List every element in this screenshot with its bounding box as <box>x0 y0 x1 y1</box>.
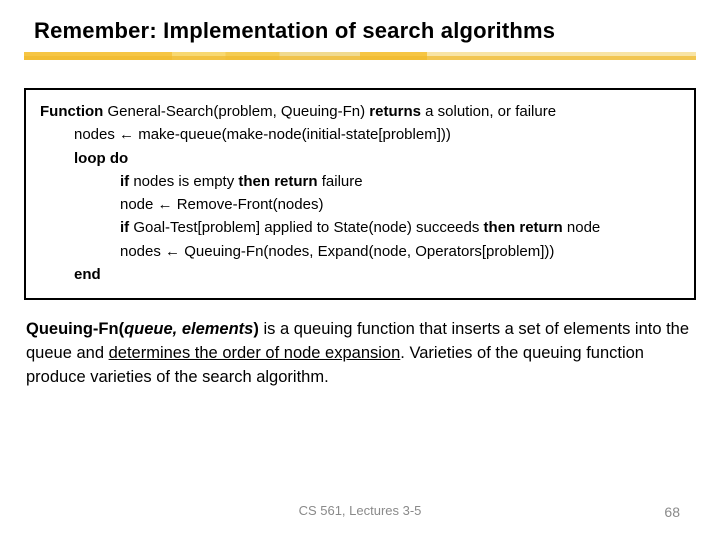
description-paragraph: Queuing-Fn(queue, elements) is a queuing… <box>26 318 694 390</box>
assign-arrow-icon: ← <box>158 196 173 213</box>
kw-if: if <box>120 219 129 236</box>
code-line-6: if Goal-Test[problem] applied to State(n… <box>40 216 680 239</box>
assign-arrow-icon: ← <box>165 243 180 260</box>
code-line-7: nodes ← Queuing-Fn(nodes, Expand(node, O… <box>40 240 680 263</box>
code-line-4: if nodes is empty then return failure <box>40 170 680 193</box>
algorithm-box: Function General-Search(problem, Queuing… <box>24 88 696 300</box>
code-line-2: nodes ← make-queue(make-node(initial-sta… <box>40 123 680 146</box>
title-underline <box>24 50 696 66</box>
code-line-5: node ← Remove-Front(nodes) <box>40 193 680 216</box>
assign-arrow-icon: ← <box>119 126 134 143</box>
kw-function: Function <box>40 103 103 120</box>
footer-course: CS 561, Lectures 3-5 <box>0 503 720 518</box>
code-line-8: end <box>40 263 680 286</box>
kw-then-return: then return <box>238 173 317 190</box>
kw-if: if <box>120 173 129 190</box>
footer-page-number: 68 <box>664 504 680 520</box>
code-line-1: Function General-Search(problem, Queuing… <box>40 100 680 123</box>
kw-returns: returns <box>369 103 421 120</box>
kw-then-return: then return <box>484 219 563 236</box>
code-line-3: loop do <box>40 147 680 170</box>
slide-title: Remember: Implementation of search algor… <box>34 18 696 44</box>
slide: Remember: Implementation of search algor… <box>0 0 720 540</box>
